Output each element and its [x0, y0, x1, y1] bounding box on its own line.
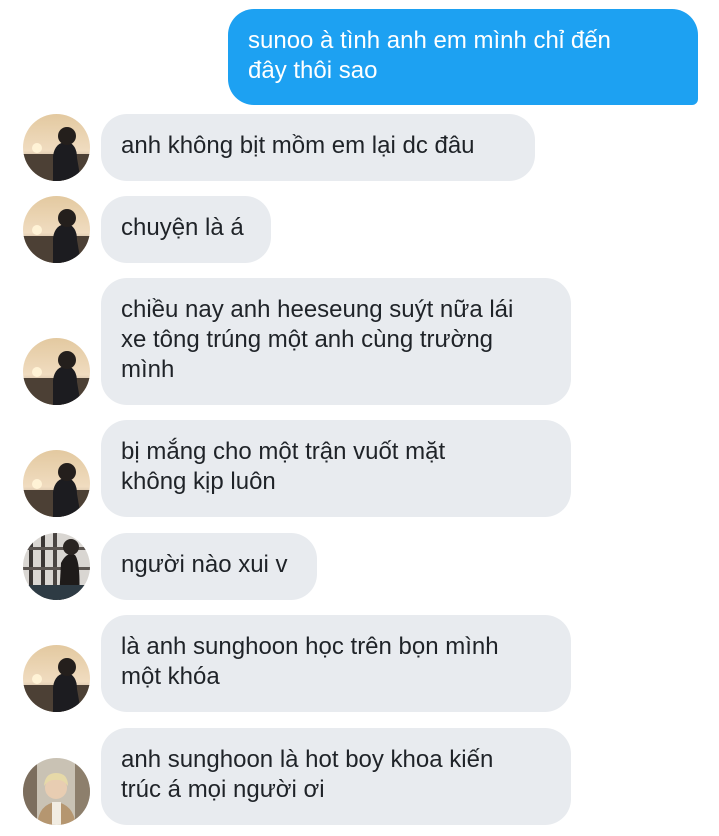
message-bubble-incoming[interactable]: bị mắng cho một trận vuốt mặt không kịp …: [101, 420, 571, 517]
sunset-avatar-icon[interactable]: [23, 645, 90, 712]
blonde-avatar-icon[interactable]: [23, 758, 90, 825]
chat-thread: sunoo à tình anh em mình chỉ đến đây thô…: [0, 0, 719, 836]
message-bubble-incoming[interactable]: anh không bịt mồm em lại dc đâu: [101, 114, 535, 181]
message-bubble-incoming[interactable]: chuyện là á: [101, 196, 271, 263]
message-bubble-incoming[interactable]: anh sunghoon là hot boy khoa kiến trúc á…: [101, 728, 571, 825]
message-bubble-outgoing[interactable]: sunoo à tình anh em mình chỉ đến đây thô…: [228, 9, 698, 105]
sunset-avatar-icon[interactable]: [23, 196, 90, 263]
message-bubble-incoming[interactable]: người nào xui v: [101, 533, 317, 600]
message-bubble-incoming[interactable]: chiều nay anh heeseung suýt nữa lái xe t…: [101, 278, 571, 405]
sunset-avatar-icon[interactable]: [23, 450, 90, 517]
sunset-avatar-icon[interactable]: [23, 338, 90, 405]
sunset-avatar-icon[interactable]: [23, 114, 90, 181]
message-bubble-incoming[interactable]: là anh sunghoon học trên bọn mình một kh…: [101, 615, 571, 712]
window-avatar-icon[interactable]: [23, 533, 90, 600]
